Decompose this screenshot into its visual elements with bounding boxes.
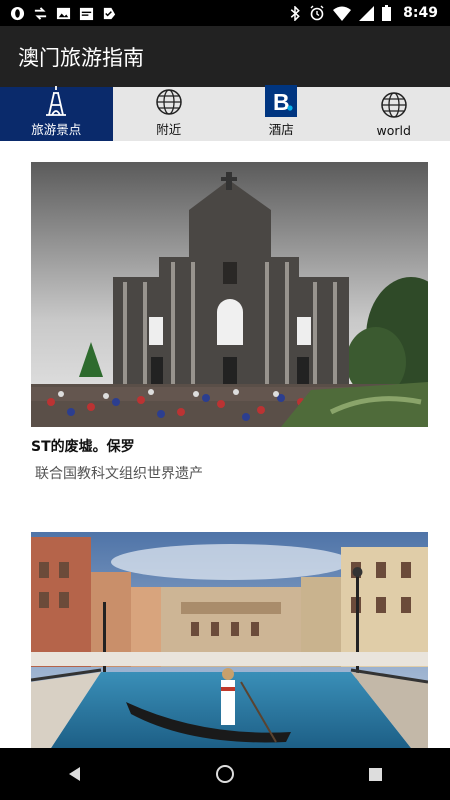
check-icon (103, 7, 116, 19)
recents-icon (368, 767, 382, 781)
attraction-card[interactable]: ST的废墟。保罗 联合国教科文组织世界遗产 (31, 162, 428, 483)
home-button[interactable] (195, 754, 255, 794)
status-right-icons: 8:49 (289, 5, 438, 21)
alarm-icon (310, 5, 324, 21)
eiffel-tower-icon (40, 85, 72, 117)
home-icon (216, 765, 234, 783)
app-title: 澳门旅游指南 (18, 45, 144, 70)
bluetooth-icon (290, 5, 301, 21)
back-button[interactable] (45, 754, 105, 794)
app-bar: 澳门旅游指南 (0, 26, 450, 87)
tab-world[interactable]: world (338, 87, 450, 141)
attractions-list[interactable]: ST的废墟。保罗 联合国教科文组织世界遗产 (0, 141, 450, 748)
tab-label: 旅游景点 (31, 122, 82, 137)
tab-nearby[interactable]: 附近 (113, 87, 226, 141)
globe-icon (153, 87, 185, 117)
venetian-macao-canal-photo[interactable] (31, 532, 428, 748)
back-icon (69, 767, 80, 781)
system-nav-bar (0, 748, 450, 800)
ruins-of-st-paul-photo[interactable] (31, 162, 428, 427)
calendar-icon (79, 7, 94, 20)
tab-label: 酒店 (268, 122, 294, 137)
signal-icon (359, 5, 375, 21)
card-subtitle: 联合国教科文组织世界遗产 (35, 466, 203, 482)
svg-text:B: B (273, 89, 290, 115)
opera-icon (10, 6, 25, 20)
status-bar: 8:49 (0, 0, 450, 26)
tab-label: world (376, 123, 411, 138)
tab-hotels[interactable]: B 酒店 (225, 85, 338, 141)
status-time: 8:49 (403, 5, 438, 21)
status-left-icons (10, 6, 117, 21)
tab-attractions[interactable]: 旅游景点 (0, 85, 113, 141)
tab-bar: 旅游景点 附近 B 酒店 world (0, 85, 450, 141)
globe-icon (378, 89, 410, 121)
recents-button[interactable] (345, 754, 405, 794)
wifi-icon (333, 6, 352, 21)
battery-icon (382, 5, 392, 21)
attraction-card[interactable] (31, 532, 428, 748)
card-title: ST的废墟。保罗 (31, 439, 135, 455)
arrows-icon (34, 6, 47, 20)
tab-label: 附近 (156, 122, 182, 137)
booking-icon: B (265, 85, 298, 117)
image-icon (56, 7, 71, 19)
